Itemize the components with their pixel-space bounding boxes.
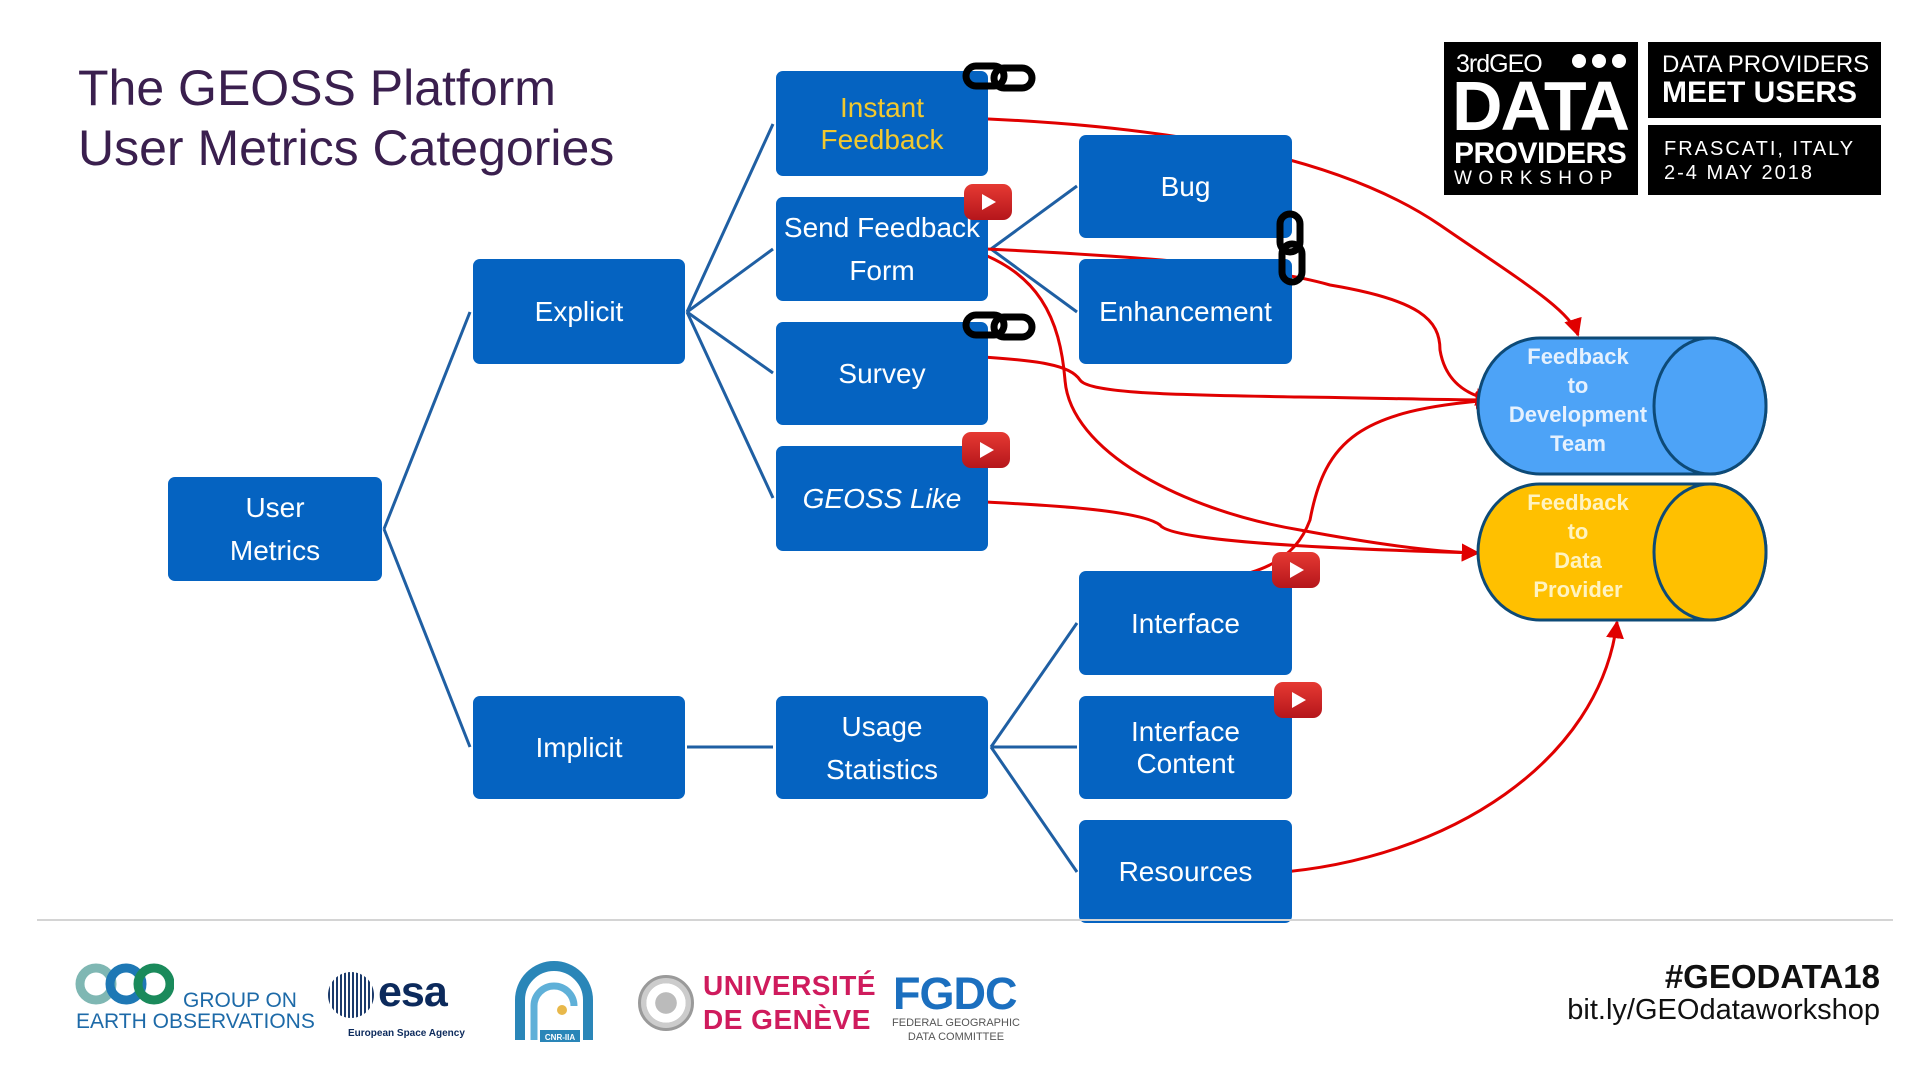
event-place-date: FRASCATI, ITALY 2-4 MAY 2018 (1648, 125, 1881, 195)
youtube-play-icon[interactable] (964, 184, 1012, 220)
event-place: FRASCATI, ITALY (1664, 138, 1856, 160)
esa-logo-subtitle: European Space Agency (348, 1028, 465, 1039)
event-url[interactable]: bit.ly/GEOdataworkshop (1567, 994, 1880, 1027)
youtube-play-icon[interactable] (962, 432, 1010, 468)
footer-divider (37, 919, 1893, 921)
tree-line-usage-interface (989, 622, 1079, 748)
event-data-word: DATA (1452, 67, 1630, 145)
target-label-line: Development (1508, 402, 1648, 427)
target-label-line: Team (1550, 431, 1606, 456)
youtube-play-icon[interactable] (1274, 682, 1322, 718)
event-hashtag: #GEODATA18 (1664, 958, 1880, 995)
node-label: Form (849, 255, 915, 286)
node-interface: Interface (1079, 571, 1292, 675)
target-label-line: Feedback (1527, 344, 1629, 369)
geo-logo-text-2: EARTH OBSERVATIONS (76, 1010, 315, 1033)
node-label: Implicit (535, 732, 623, 763)
tree-line-explicit-geoss (685, 311, 775, 499)
unige-seal-icon (638, 975, 694, 1031)
node-explicit: Explicit (473, 259, 685, 364)
unige-logo-text-1: UNIVERSITÉ (703, 970, 877, 1001)
event-tagline: DATA PROVIDERS MEET USERS (1648, 42, 1881, 118)
svg-text:CNR-IIA: CNR-IIA (545, 1033, 575, 1042)
node-geoss-like: GEOSS Like (776, 446, 988, 551)
event-logo: 3rdGEO DATA PROVIDERS WORKSHOP (1444, 42, 1638, 195)
tagline-line-1: DATA PROVIDERS (1662, 51, 1870, 78)
target-dev-team-label: Feedback to Development Team (1480, 342, 1676, 458)
node-usage-statistics: Usage Statistics (776, 696, 988, 799)
event-dates: 2-4 MAY 2018 (1664, 162, 1815, 184)
tree-line-explicit-instant (685, 123, 775, 313)
target-label-line: Data (1554, 548, 1602, 573)
tree-line-explicit-survey (686, 310, 774, 375)
title-line-2: User Metrics Categories (78, 120, 615, 176)
tree-line-explicit-send (686, 247, 774, 314)
fgdc-subtitle-2: DATA COMMITTEE (907, 1031, 1005, 1043)
tree-line-user-implicit (382, 528, 472, 748)
esa-logo-text: esa (378, 968, 448, 1016)
chain-link-icon[interactable] (962, 311, 1036, 341)
geo-logo-icon (75, 963, 174, 1005)
event-workshop-word: WORKSHOP (1454, 168, 1619, 189)
target-label-line: to (1567, 519, 1589, 544)
tagline-line-2: MEET USERS (1662, 76, 1858, 109)
title-line-1: The GEOSS Platform (78, 60, 556, 116)
node-user-metrics: User Metrics (168, 477, 382, 581)
node-label: Survey (838, 358, 926, 389)
node-label: Enhancement (1099, 296, 1272, 327)
tree-line-user-explicit (382, 311, 472, 530)
arrow-geoss-to-provider (964, 499, 1480, 562)
node-label: Instant (839, 91, 925, 123)
node-label: Feedback (820, 123, 944, 155)
unige-logo-text-2: DE GENÈVE (703, 1004, 871, 1035)
arrow-interface-to-dev (1176, 392, 1494, 585)
fgdc-subtitle-1: FEDERAL GEOGRAPHIC (892, 1017, 1020, 1029)
node-label: Resources (1118, 856, 1253, 887)
esa-logo-icon (328, 972, 374, 1018)
target-label-line: Provider (1533, 577, 1623, 602)
node-label: Metrics (229, 535, 321, 566)
event-providers-word: PROVIDERS (1454, 137, 1627, 170)
node-instant-feedback: Instant Feedback (776, 71, 988, 176)
youtube-play-icon[interactable] (1272, 552, 1320, 588)
node-label: Send Feedback (783, 212, 981, 243)
node-label: Explicit (534, 296, 624, 327)
target-label-line: Feedback (1527, 490, 1629, 515)
node-enhancement: Enhancement (1079, 259, 1292, 364)
node-label: Usage (841, 710, 923, 742)
fgdc-logo-text: FGDC (893, 968, 1017, 1019)
node-label: Content (1136, 747, 1235, 779)
tree-line-send-enh (990, 247, 1078, 314)
node-send-feedback-form: Send Feedback Form (776, 197, 988, 301)
node-interface-content: Interface Content (1079, 696, 1292, 799)
dots-icon (1572, 54, 1626, 68)
node-label: User (245, 492, 305, 523)
target-label-line: to (1567, 373, 1589, 398)
tree-line-usage-resources (989, 746, 1079, 873)
target-data-provider-label: Feedback to Data Provider (1480, 488, 1676, 604)
cnr-iia-logo-icon: CNR-IIA (515, 961, 593, 1042)
node-bug: Bug (1079, 135, 1292, 238)
node-label: Statistics (825, 753, 939, 785)
chain-link-icon[interactable] (1276, 210, 1306, 286)
node-label: Bug (1160, 171, 1211, 202)
node-label: Interface (1131, 715, 1240, 747)
node-survey: Survey (776, 322, 988, 425)
node-label: Interface (1131, 607, 1240, 639)
arrow-resources-to-provider (1271, 620, 1624, 875)
slide-title: The GEOSS Platform User Metrics Categori… (78, 58, 614, 178)
node-implicit: Implicit (473, 696, 685, 799)
node-label: GEOSS Like (802, 483, 962, 514)
chain-link-icon[interactable] (962, 62, 1036, 92)
node-resources: Resources (1079, 820, 1292, 923)
